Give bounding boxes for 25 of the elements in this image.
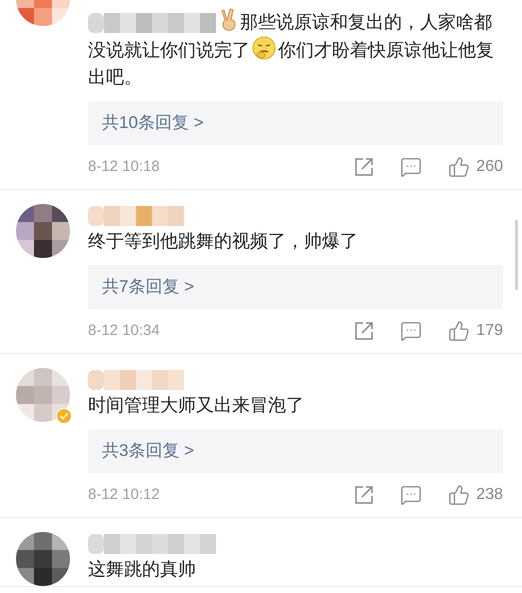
like-icon[interactable] [448, 320, 470, 342]
share-icon[interactable] [354, 157, 374, 177]
verified-badge-icon [56, 408, 72, 424]
replies-link[interactable]: 共10条回复 > [88, 101, 503, 145]
comment-text: 时间管理大师又出来冒泡了 [88, 394, 305, 417]
comment-time: 8-12 10:12 [88, 484, 161, 505]
replies-link[interactable]: 共3条回复 > [88, 429, 503, 473]
comment-icon[interactable] [400, 156, 422, 178]
comment-time: 8-12 10:34 [88, 320, 161, 341]
comment-text: 终于等到他跳舞的视频了，帅爆了 [88, 230, 359, 253]
like-count: 238 [476, 485, 503, 505]
comment-icon[interactable] [400, 484, 422, 506]
share-icon[interactable] [354, 321, 374, 341]
emoji-face-icon [252, 36, 276, 60]
comment-text: 这舞跳的真帅 [88, 558, 197, 581]
comment-text: 那些说原谅和复出的，人家啥都没说就让你们说完了 你们才盼着快原谅他让他复出吧。 [88, 8, 503, 91]
scrollbar-thumb[interactable] [515, 220, 518, 290]
like-icon[interactable] [448, 484, 470, 506]
like-count: 260 [476, 157, 503, 177]
like-count: 179 [476, 321, 503, 341]
comment-time: 8-12 10:18 [88, 156, 161, 177]
replies-link[interactable]: 共7条回复 > [88, 265, 503, 309]
share-icon[interactable] [354, 485, 374, 505]
like-icon[interactable] [448, 156, 470, 178]
comment-icon[interactable] [400, 320, 422, 342]
